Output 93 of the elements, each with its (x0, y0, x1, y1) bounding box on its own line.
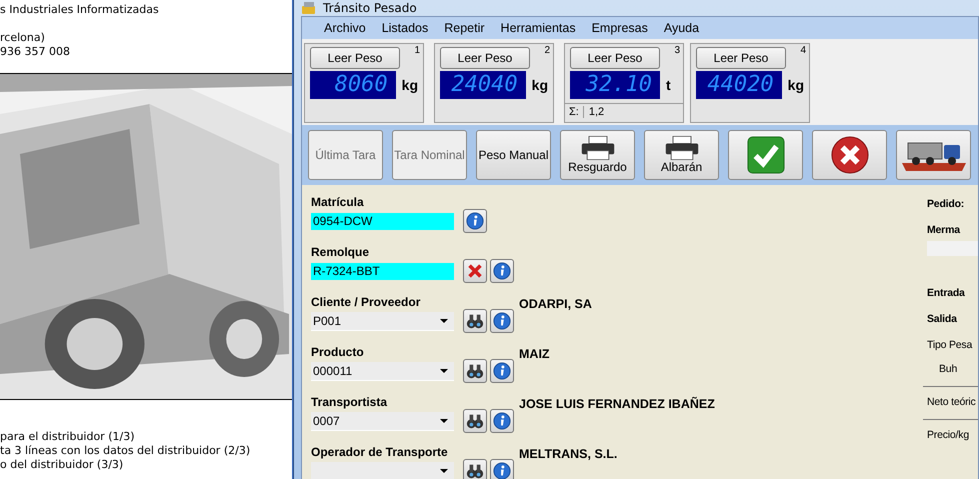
field-description: MELTRANS, S.L. (519, 446, 618, 463)
cancel-icon (830, 136, 868, 174)
menu-item[interactable]: Listados (374, 21, 436, 35)
scale-number: 3 (674, 45, 680, 56)
field-label: Matrícula (311, 195, 365, 209)
print-button[interactable]: Resguardo (560, 130, 635, 180)
caret-icon (440, 318, 448, 322)
info-button[interactable] (490, 359, 514, 383)
weight-display: 24040 (440, 71, 526, 99)
checkmark-icon (746, 136, 784, 174)
printer-icon (664, 136, 700, 160)
combo-field[interactable]: 0007 (311, 412, 454, 430)
search-button[interactable] (463, 359, 487, 383)
binoculars-icon (466, 462, 484, 479)
combo-field[interactable]: 000011 (311, 362, 454, 380)
read-weight-button[interactable]: Leer Peso (310, 47, 400, 69)
close-icon (466, 262, 484, 280)
cancel-button[interactable] (812, 130, 887, 180)
field-description: MAIZ (519, 346, 550, 363)
read-weight-button[interactable]: Leer Peso (696, 47, 786, 69)
accept-button[interactable] (728, 130, 803, 180)
field-label: Transportista (311, 395, 388, 409)
printer-icon (580, 136, 616, 160)
company-info-text: rcelona) (0, 31, 46, 45)
section-label: Entrada (927, 286, 965, 300)
info-icon (466, 212, 484, 230)
input-field[interactable] (927, 241, 978, 256)
scale-number: 1 (414, 45, 420, 56)
toolbar-button[interactable]: Peso Manual (476, 130, 551, 180)
sum-value: 1,2 (588, 106, 604, 118)
info-icon (493, 412, 511, 430)
field-label: Producto (311, 345, 365, 359)
weight-display: 44020 (696, 71, 782, 99)
binoculars-icon (466, 362, 484, 380)
company-info-text: 936 357 008 (0, 45, 71, 59)
caret-icon (440, 368, 448, 372)
field-label: Cliente / Proveedor (311, 295, 422, 309)
caret-icon (440, 418, 448, 422)
unit-label: t (666, 77, 671, 93)
field-description: ODARPI, SA (519, 296, 592, 313)
combo-field[interactable]: P001 (311, 312, 454, 330)
menu-item[interactable]: Archivo (316, 21, 374, 35)
info-button[interactable] (490, 459, 514, 479)
menu-item[interactable]: Repetir (436, 21, 493, 35)
side-label: Precio/kg (927, 428, 969, 442)
window-title: Tránsito Pesado (323, 1, 417, 15)
plate-field[interactable]: R-7324-BBT (311, 262, 454, 280)
info-button[interactable] (490, 309, 514, 333)
info-icon (493, 262, 511, 280)
section-label: Merma (927, 223, 960, 237)
search-button[interactable] (463, 309, 487, 333)
distributor-line-text: o del distribuidor (3/3) (0, 458, 124, 472)
menu-item[interactable]: Ayuda (656, 21, 708, 35)
info-button[interactable] (490, 409, 514, 433)
field-label: Operador de Transporte (311, 445, 449, 459)
side-label: Neto teóric (927, 395, 976, 409)
info-icon (493, 362, 511, 380)
info-icon (493, 312, 511, 330)
unit-label: kg (788, 77, 804, 93)
read-weight-button[interactable]: Leer Peso (440, 47, 530, 69)
menu-item[interactable]: Herramientas (492, 21, 584, 35)
distributor-line-text: ta 3 líneas con los datos del distribuidor (2/3) (0, 444, 252, 458)
binoculars-icon (466, 312, 484, 330)
info-button[interactable] (490, 259, 514, 283)
distributor-line-text: para el distribuidor (1/3) (0, 430, 136, 444)
search-button[interactable] (463, 409, 487, 433)
read-weight-button[interactable]: Leer Peso (570, 47, 660, 69)
section-label: Pedido: (927, 197, 964, 211)
info-button[interactable] (463, 209, 487, 233)
app-icon (301, 0, 317, 16)
combo-field[interactable] (311, 462, 454, 479)
caret-icon (440, 468, 448, 472)
field-description: JOSE LUIS FERNANDEZ IBAÑEZ (519, 396, 715, 413)
sum-label: Σ: (565, 106, 584, 118)
unit-label: kg (402, 77, 418, 93)
unit-label: kg (532, 77, 548, 93)
scale-number: 4 (800, 45, 806, 56)
field-label: Remolque (311, 245, 370, 259)
weight-display: 32.10 (570, 71, 660, 99)
company-info-text: s Industriales Informatizadas (0, 3, 160, 17)
plate-field[interactable]: 0954-DCW (311, 212, 454, 230)
weighbridge-button[interactable] (896, 130, 971, 180)
weight-display: 8060 (310, 71, 396, 99)
side-label: Tipo Pesa (927, 338, 972, 352)
side-label: Buh (938, 362, 958, 376)
info-icon (493, 462, 511, 479)
search-button[interactable] (463, 459, 487, 479)
section-label: Salida (927, 312, 957, 326)
clear-button[interactable] (463, 259, 487, 283)
print-button[interactable]: Albarán (644, 130, 719, 180)
menu-item[interactable]: Empresas (584, 21, 656, 35)
binoculars-icon (466, 412, 484, 430)
scale-number: 2 (544, 45, 550, 56)
